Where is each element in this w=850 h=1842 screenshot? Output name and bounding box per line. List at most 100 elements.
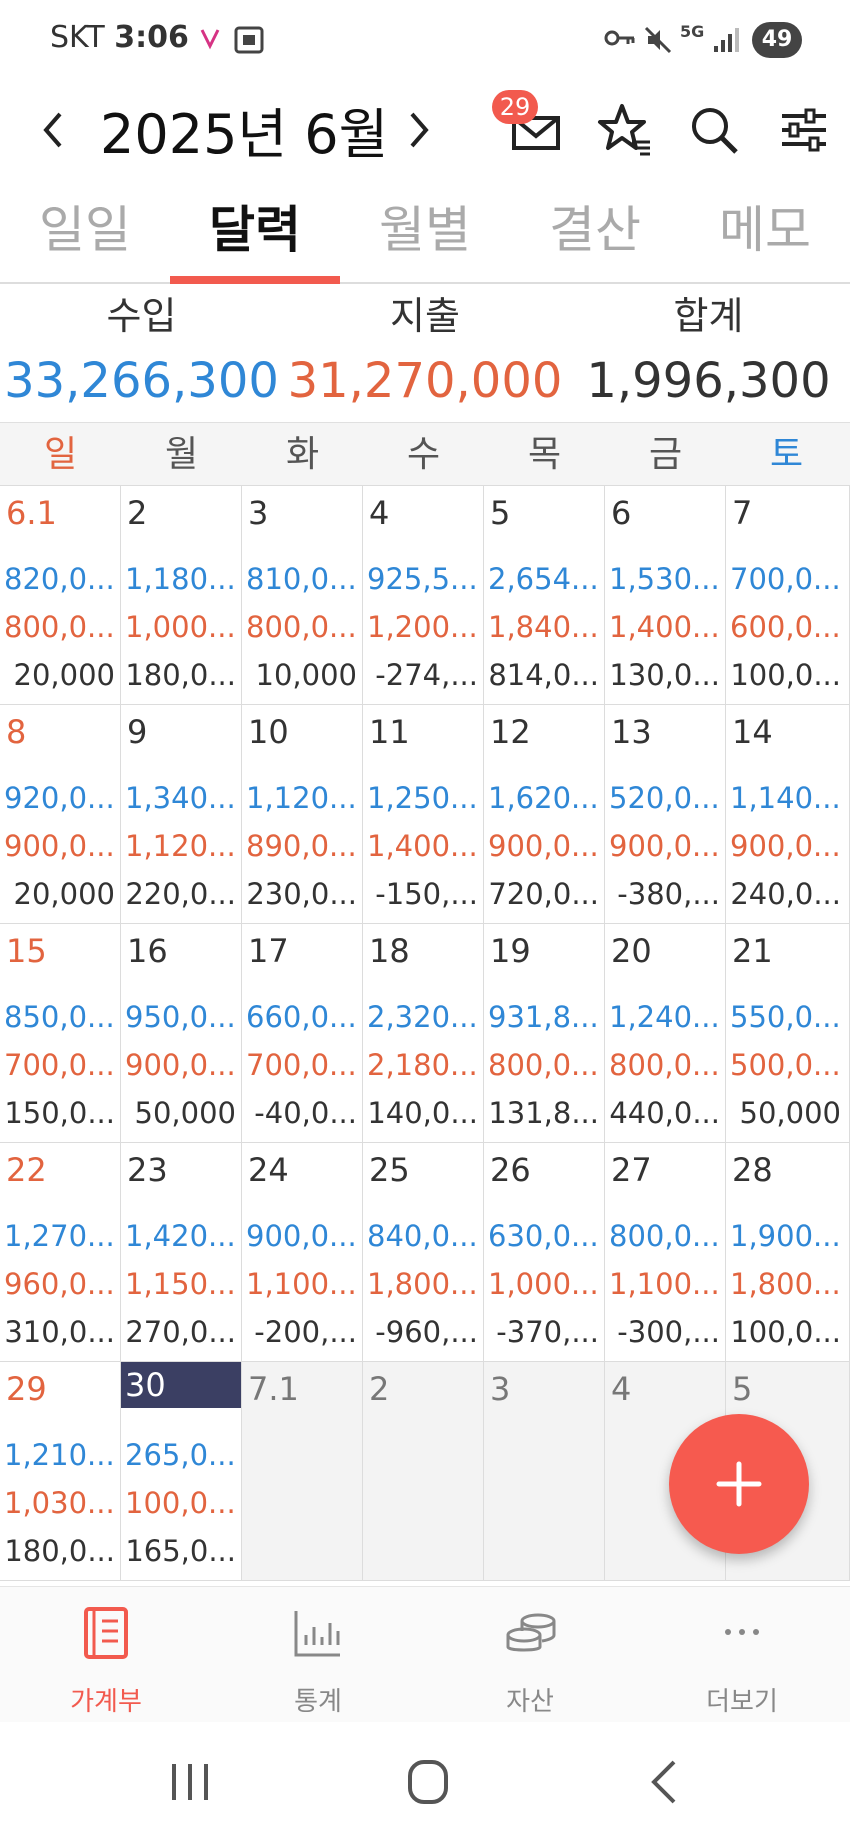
battery-indicator: 49 bbox=[752, 22, 802, 58]
calendar-day-cell[interactable]: 9 1,340... 1,120... 220,0... bbox=[121, 705, 242, 924]
tab-monthly[interactable]: 월별 bbox=[340, 190, 510, 284]
income-label: 수입 bbox=[106, 294, 177, 338]
home-button[interactable] bbox=[388, 1752, 468, 1812]
calendar-day-cell[interactable]: 15 850,0... 700,0... 150,0... bbox=[0, 924, 121, 1143]
calendar-day-cell[interactable]: 5 2,654... 1,840... 814,0... bbox=[484, 486, 605, 705]
total-summary: 합계 1,996,300 bbox=[567, 286, 850, 416]
calendar-day-cell[interactable]: 4 925,5... 1,200... -274,... bbox=[363, 486, 484, 705]
prev-month-button[interactable] bbox=[22, 98, 82, 162]
total-amount: -274,... bbox=[375, 658, 478, 692]
income-amount: 700,0... bbox=[730, 562, 841, 596]
calendar-day-cell[interactable]: 12 1,620... 900,0... 720,0... bbox=[484, 705, 605, 924]
calendar-day-cell[interactable]: 14 1,140... 900,0... 240,0... bbox=[726, 705, 850, 924]
nav-more-label: 더보기 bbox=[706, 1687, 778, 1717]
total-amount: 150,0... bbox=[4, 1096, 115, 1130]
nav-stats[interactable]: 통계 bbox=[212, 1587, 424, 1723]
income-amount: 2,320... bbox=[367, 1000, 478, 1034]
status-bar: SKT 3:06 5G 49 bbox=[0, 0, 850, 80]
date-label: 5 bbox=[490, 494, 511, 532]
expense-amount: 800,0... bbox=[4, 610, 115, 644]
month-title[interactable]: 2025년 6월 bbox=[100, 90, 388, 169]
weekday-thu: 목 bbox=[527, 434, 562, 475]
nav-assets[interactable]: 자산 bbox=[424, 1587, 636, 1723]
calendar-day-cell[interactable]: 28 1,900... 1,800... 100,0... bbox=[726, 1143, 850, 1362]
income-amount: 520,0... bbox=[609, 781, 720, 815]
date-label: 16 bbox=[127, 932, 168, 970]
back-button[interactable] bbox=[626, 1752, 706, 1812]
expense-summary: 지출 31,270,000 bbox=[283, 286, 567, 416]
calendar-day-cell[interactable]: 3 810,0... 800,0... 10,000 bbox=[242, 486, 363, 705]
calendar-day-cell[interactable]: 22 1,270... 960,0... 310,0... bbox=[0, 1143, 121, 1362]
expense-amount: 1,100... bbox=[609, 1267, 720, 1301]
calendar-day-cell[interactable]: 2 bbox=[363, 1362, 484, 1581]
expense-amount: 700,0... bbox=[4, 1048, 115, 1082]
calendar-day-cell[interactable]: 6.1 820,0... 800,0... 20,000 bbox=[0, 486, 121, 705]
calendar-day-cell[interactable]: 24 900,0... 1,100... -200,... bbox=[242, 1143, 363, 1362]
total-amount: -150,... bbox=[375, 877, 478, 911]
total-amount: 20,000 bbox=[13, 658, 115, 692]
next-month-button[interactable] bbox=[390, 98, 450, 162]
calendar-day-cell[interactable]: 8 920,0... 900,0... 20,000 bbox=[0, 705, 121, 924]
expense-amount: 900,0... bbox=[125, 1048, 236, 1082]
favorites-button[interactable] bbox=[592, 98, 656, 162]
date-label: 28 bbox=[732, 1151, 773, 1189]
calendar-day-cell[interactable]: 2 1,180... 1,000... 180,0... bbox=[121, 486, 242, 705]
nav-ledger[interactable]: 가계부 bbox=[0, 1587, 212, 1723]
calendar-day-cell[interactable]: 21 550,0... 500,0... 50,000 bbox=[726, 924, 850, 1143]
income-amount: 1,250... bbox=[367, 781, 478, 815]
calendar-day-cell[interactable]: 26 630,0... 1,000... -370,... bbox=[484, 1143, 605, 1362]
income-amount: 630,0... bbox=[488, 1219, 599, 1253]
total-amount: 230,0... bbox=[246, 877, 357, 911]
calendar-day-cell[interactable]: 6 1,530... 1,400... 130,0... bbox=[605, 486, 726, 705]
calendar-day-cell[interactable]: 3 bbox=[484, 1362, 605, 1581]
date-label: 24 bbox=[248, 1151, 289, 1189]
search-button[interactable] bbox=[682, 98, 746, 162]
income-amount: 1,180... bbox=[125, 562, 236, 596]
tab-memo[interactable]: 메모 bbox=[680, 190, 850, 284]
expense-amount: 1,150... bbox=[125, 1267, 236, 1301]
calendar-day-cell[interactable]: 11 1,250... 1,400... -150,... bbox=[363, 705, 484, 924]
calendar-day-cell[interactable]: 25 840,0... 1,800... -960,... bbox=[363, 1143, 484, 1362]
income-amount: 820,0... bbox=[4, 562, 115, 596]
calendar-day-cell[interactable]: 20 1,240... 800,0... 440,0... bbox=[605, 924, 726, 1143]
total-amount: -40,0... bbox=[254, 1096, 357, 1130]
date-label: 5 bbox=[732, 1370, 753, 1408]
calendar-day-cell[interactable]: 27 800,0... 1,100... -300,... bbox=[605, 1143, 726, 1362]
active-tab-indicator bbox=[170, 276, 340, 284]
nav-more[interactable]: 더보기 bbox=[636, 1587, 848, 1723]
tab-daily[interactable]: 일일 bbox=[0, 190, 170, 284]
expense-amount: 1,800... bbox=[367, 1267, 478, 1301]
date-label: 14 bbox=[732, 713, 773, 751]
clock: 3:06 bbox=[114, 20, 189, 55]
date-label: 19 bbox=[490, 932, 531, 970]
total-amount: 180,0... bbox=[125, 658, 236, 692]
total-amount: -370,... bbox=[496, 1315, 599, 1349]
calendar-day-cell[interactable]: 18 2,320... 2,180... 140,0... bbox=[363, 924, 484, 1143]
income-amount: 1,420... bbox=[125, 1219, 236, 1253]
tab-settlement[interactable]: 결산 bbox=[510, 190, 680, 284]
star-list-icon bbox=[598, 104, 650, 156]
calendar-day-cell[interactable]: 10 1,120... 890,0... 230,0... bbox=[242, 705, 363, 924]
chevron-right-icon bbox=[410, 112, 429, 148]
tab-calendar[interactable]: 달력 bbox=[170, 190, 340, 284]
calendar-day-cell[interactable]: 13 520,0... 900,0... -380,... bbox=[605, 705, 726, 924]
recent-apps-button[interactable] bbox=[150, 1752, 230, 1812]
calendar-day-cell[interactable]: 29 1,210... 1,030... 180,0... bbox=[0, 1362, 121, 1581]
total-amount: 50,000 bbox=[134, 1096, 236, 1130]
add-transaction-button[interactable] bbox=[669, 1414, 809, 1554]
calendar-day-cell[interactable]: 30 265,0... 100,0... 165,0... bbox=[121, 1362, 242, 1581]
total-amount: 20,000 bbox=[13, 877, 115, 911]
nav-ledger-label: 가계부 bbox=[70, 1687, 142, 1717]
date-label: 6.1 bbox=[6, 494, 57, 532]
total-amount: -380,... bbox=[617, 877, 720, 911]
filter-settings-button[interactable] bbox=[772, 98, 836, 162]
signal-icon bbox=[714, 28, 739, 52]
calendar-day-cell[interactable]: 23 1,420... 1,150... 270,0... bbox=[121, 1143, 242, 1362]
calendar-day-cell[interactable]: 19 931,8... 800,0... 131,8... bbox=[484, 924, 605, 1143]
expense-amount: 800,0... bbox=[609, 1048, 720, 1082]
calendar-day-cell[interactable]: 17 660,0... 700,0... -40,0... bbox=[242, 924, 363, 1143]
calendar-day-cell[interactable]: 7 700,0... 600,0... 100,0... bbox=[726, 486, 850, 705]
expense-label: 지출 bbox=[390, 294, 460, 338]
calendar-day-cell[interactable]: 16 950,0... 900,0... 50,000 bbox=[121, 924, 242, 1143]
calendar-day-cell[interactable]: 7.1 bbox=[242, 1362, 363, 1581]
